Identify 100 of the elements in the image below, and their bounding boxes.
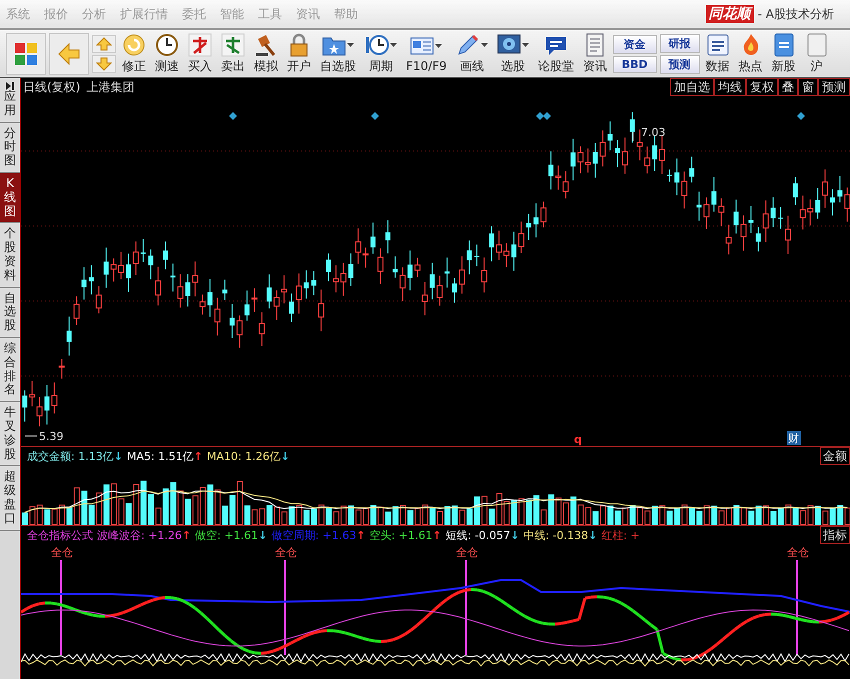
panel-tab[interactable]: 金额: [820, 447, 850, 465]
toolbar-button[interactable]: 资讯: [580, 30, 610, 76]
app-logo: 同花顺: [706, 5, 754, 23]
candlestick: [266, 274, 272, 309]
sidebar-tab[interactable]: 个股资料: [0, 223, 20, 288]
candlestick: [177, 274, 184, 308]
candlestick: [436, 275, 443, 306]
leader-line: [632, 132, 634, 142]
skip-icon: [6, 82, 14, 90]
toolbar-button[interactable]: [49, 32, 89, 74]
candlestick: [163, 241, 168, 270]
toolbar-button[interactable]: 资金: [612, 34, 657, 54]
candlestick: [711, 176, 716, 212]
signal-label: 全仓: [275, 546, 297, 559]
toolbar-button[interactable]: 测速: [152, 30, 182, 76]
sidebar-tab[interactable]: 综合排名: [0, 338, 20, 402]
up-arrow-icon: [96, 36, 112, 50]
chart-header-button[interactable]: 复权: [746, 78, 778, 96]
toolbar-button[interactable]: 开户: [284, 30, 314, 76]
toolbar-button[interactable]: BBD: [612, 56, 657, 72]
candlestick: [58, 358, 65, 380]
toolbar-button[interactable]: 买入: [185, 30, 215, 76]
toolbar-button[interactable]: 卖出: [218, 30, 248, 76]
indicator-readout: MA5: 1.51亿: [126, 448, 194, 464]
toolbar-button[interactable]: [92, 54, 116, 72]
pencil-icon: [456, 32, 480, 56]
sidebar-tab[interactable]: 超级盘口: [0, 466, 20, 531]
toolbar-button[interactable]: 热点: [736, 30, 766, 76]
candlestick: [392, 256, 398, 278]
sidebar-tab[interactable]: 牛叉诊股: [0, 402, 20, 466]
candlestick: [474, 244, 480, 267]
candlestick: [82, 266, 86, 300]
candlestick: [104, 247, 109, 288]
toolbar-button[interactable]: F10/F9: [403, 32, 450, 75]
event-marker: q: [574, 433, 582, 446]
toolbar-button[interactable]: 沪: [802, 30, 832, 76]
indicator-readout: 短线: -0.057: [446, 528, 510, 542]
candlestick: [311, 270, 316, 296]
sidebar-tab[interactable]: 应用: [0, 78, 20, 123]
toolbar-button[interactable]: 预测: [660, 54, 700, 74]
candlestick: [689, 156, 694, 183]
sidebar-tab[interactable]: K线图: [0, 172, 20, 224]
down-arrow-icon: [96, 56, 112, 70]
clock-icon: [365, 32, 389, 56]
candlestick: [608, 120, 613, 151]
candlestick: [762, 200, 769, 243]
toolbar-button[interactable]: 模拟: [251, 30, 281, 76]
toolbar-button[interactable]: 研报: [660, 34, 700, 52]
stamp-icon: [221, 32, 245, 56]
trend-arrow: ↓: [258, 528, 268, 542]
finance-tag: 财: [787, 431, 801, 445]
trend-arrow: ↑: [356, 528, 366, 542]
candlestick: [66, 316, 72, 356]
indicator-readout: 波峰波谷: +1.26: [97, 528, 182, 542]
candlestick: [815, 187, 820, 220]
diamond-icon: [371, 112, 379, 120]
signal-label: 全仓: [787, 546, 809, 559]
candlestick: [318, 289, 324, 332]
candlestick: [370, 222, 376, 254]
chart-header-button[interactable]: 叠: [778, 78, 798, 96]
toolbar-button[interactable]: 自选股: [317, 30, 359, 76]
left-arrow-icon: [57, 42, 81, 66]
toolbar-button[interactable]: [6, 32, 46, 74]
toolbar-button[interactable]: 数据: [702, 30, 733, 76]
chart-header-button[interactable]: 窗: [798, 78, 818, 96]
candlestick: [155, 266, 162, 306]
gavel-icon: [254, 32, 278, 56]
sidebar-tab[interactable]: 自选股: [0, 288, 20, 338]
candlestick: [785, 215, 791, 254]
window-title: - A股技术分析: [758, 6, 834, 22]
candlestick: [170, 263, 176, 292]
candlestick: [444, 257, 450, 288]
toolbar-button[interactable]: 论股堂: [534, 30, 577, 76]
sidebar-tab[interactable]: 分时图: [0, 122, 20, 173]
panel-tab[interactable]: 指标: [820, 526, 850, 544]
candlestick: [518, 221, 524, 254]
indicator-readout: 成交金额: 1.13亿: [27, 448, 114, 464]
trend-arrow: ↑: [182, 528, 192, 542]
candlestick: [422, 282, 428, 316]
toolbar-button[interactable]: 周期: [362, 30, 400, 76]
toolbar-button[interactable]: 选股: [494, 30, 532, 76]
candlestick: [630, 112, 635, 144]
candlestick: [837, 176, 842, 203]
candlestick: [704, 196, 710, 230]
stamp-icon: [188, 32, 212, 56]
candlestick: [296, 272, 302, 314]
trend-arrow: ↓: [280, 450, 290, 462]
candlestick: [770, 196, 776, 228]
candlestick: [304, 270, 309, 300]
candlestick: [140, 238, 146, 262]
chart-header-button[interactable]: 预测: [818, 78, 850, 96]
toolbar-button[interactable]: 画线: [452, 30, 491, 76]
price-label: 5.39: [39, 430, 64, 443]
toolbar-button[interactable]: 新股: [768, 30, 799, 76]
toolbar-button[interactable]: 修正: [119, 30, 149, 76]
candlestick: [466, 240, 472, 275]
chart-header-button[interactable]: 均线: [714, 78, 746, 96]
candlestick: [400, 266, 406, 302]
toolbar-button[interactable]: [92, 34, 116, 52]
chart-header-button[interactable]: 加自选: [670, 78, 714, 96]
